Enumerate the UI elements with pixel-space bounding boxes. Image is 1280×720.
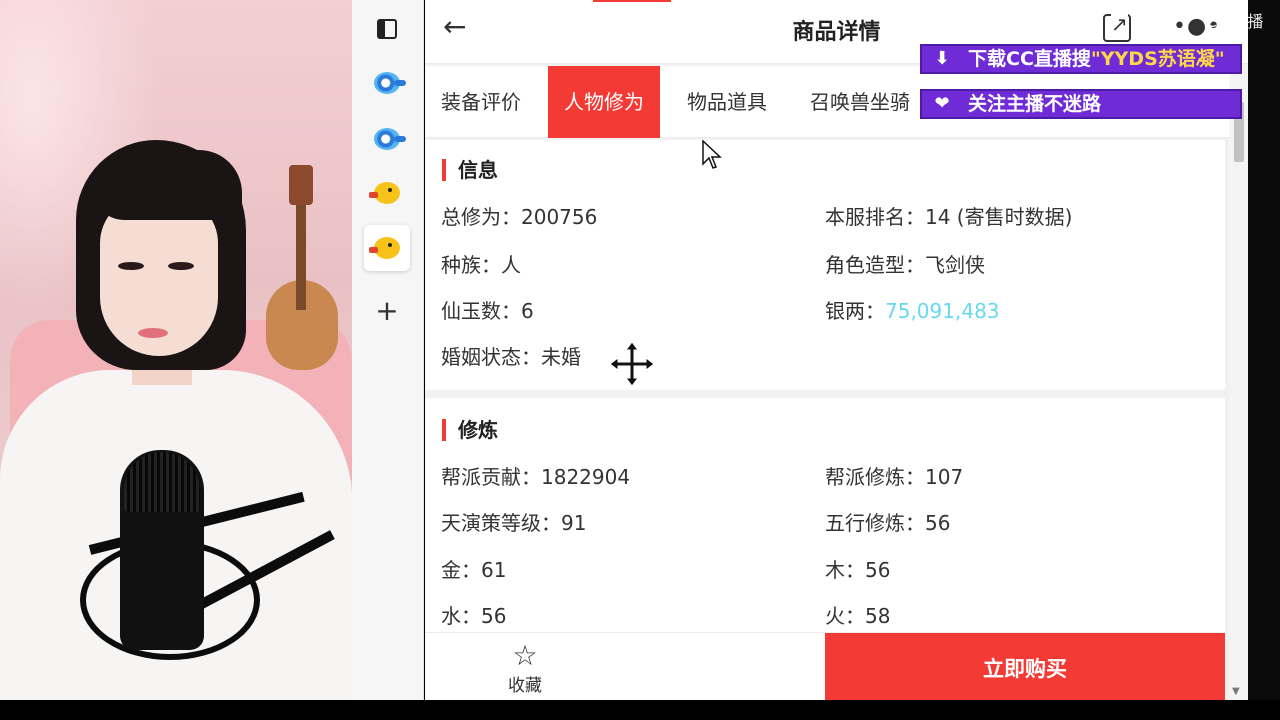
plus-icon: + xyxy=(375,294,399,327)
tab-items[interactable]: 物品道具 xyxy=(671,66,783,138)
mouse-pointer-icon xyxy=(702,140,722,169)
top-accent-line xyxy=(593,0,671,2)
guitar-head xyxy=(289,165,313,205)
silver-value: 75,091,483 xyxy=(885,299,1000,323)
overlay-follow-banner: ❤ 关注主播不迷路 xyxy=(920,89,1242,119)
browser-icon xyxy=(374,128,406,150)
server-rank: 本服排名：14 (寄售时数据) xyxy=(825,205,1073,229)
download-icon: ⬇ xyxy=(934,48,950,69)
right-eye xyxy=(168,262,194,270)
streamer-lips xyxy=(138,328,168,338)
browser-icon xyxy=(374,72,406,94)
element-metal: 金：61 xyxy=(441,558,507,582)
buy-now-button[interactable]: 立即购买 xyxy=(825,633,1225,700)
game-chick-icon xyxy=(369,237,400,259)
element-fire: 火：58 xyxy=(825,604,891,628)
right-edge xyxy=(1248,0,1280,700)
game-chick-icon xyxy=(369,182,400,204)
bottom-action-bar: ☆ 收藏 立即购买 xyxy=(425,632,1225,700)
tab-pets-mounts[interactable]: 召唤兽坐骑 xyxy=(794,66,926,138)
five-elements-cultivation: 五行修炼：56 xyxy=(825,511,951,535)
guild-contribution: 帮派贡献：1822904 xyxy=(441,465,631,489)
sidebar-item-game-2[interactable] xyxy=(364,225,410,271)
platform-watermark: CC直播 xyxy=(1206,12,1265,31)
tianyance-level: 天演策等级：91 xyxy=(441,511,587,535)
webcam-video xyxy=(0,0,352,700)
section-title-cultivation: 修炼 xyxy=(442,419,498,441)
element-water: 水：56 xyxy=(441,604,507,628)
total-cultivation: 总修为：200756 xyxy=(441,205,598,229)
favorite-label: 收藏 xyxy=(508,676,542,696)
stream-frame: + ← 商品详情 •●• 装备评价 人物修为 物品道具 召唤兽坐骑 信息 总修为… xyxy=(0,0,1280,720)
share-icon[interactable] xyxy=(1103,12,1131,42)
guild-cultivation: 帮派修炼：107 xyxy=(825,465,964,489)
move-cursor-icon xyxy=(609,341,655,387)
marital-status: 婚姻状态：未婚 xyxy=(441,345,581,369)
tab-equipment[interactable]: 装备评价 xyxy=(425,66,537,138)
info-section: 信息 总修为：200756 本服排名：14 (寄售时数据) 种族：人 角色造型：… xyxy=(425,140,1225,390)
star-icon: ☆ xyxy=(512,639,538,672)
sidebar-item-edge-1[interactable] xyxy=(364,60,410,106)
sidebar-item-game-1[interactable] xyxy=(364,170,410,216)
silver-amount: 银两：75,091,483 xyxy=(825,299,1000,323)
streamer-fringe xyxy=(92,150,242,220)
vertical-scrollbar[interactable]: ▼ xyxy=(1229,66,1248,700)
left-eye xyxy=(118,262,144,270)
browser-sidebar: + xyxy=(352,0,424,700)
sidebar-item-edge-2[interactable] xyxy=(364,116,410,162)
scroll-down-arrow-icon[interactable]: ▼ xyxy=(1232,686,1240,697)
heart-icon: ❤ xyxy=(934,93,950,114)
element-wood: 木：56 xyxy=(825,558,891,582)
character-model: 角色造型：飞剑侠 xyxy=(825,253,985,277)
jade-count: 仙玉数：6 xyxy=(441,299,534,323)
race: 种族：人 xyxy=(441,253,521,277)
panel-toggle-button[interactable] xyxy=(364,6,410,52)
favorite-button[interactable]: ☆ 收藏 xyxy=(485,639,565,697)
overlay-download-banner: ⬇ 下载CC直播搜"YYDS苏语凝" xyxy=(920,44,1242,74)
add-sidebar-item-button[interactable]: + xyxy=(364,288,410,334)
section-title-info: 信息 xyxy=(442,159,498,181)
tab-character[interactable]: 人物修为 xyxy=(548,66,660,138)
cultivation-section: 修炼 帮派贡献：1822904 帮派修炼：107 天演策等级：91 五行修炼：5… xyxy=(425,398,1225,632)
sidebar-panel-icon xyxy=(377,19,397,39)
bottom-black-strip xyxy=(0,700,1280,720)
